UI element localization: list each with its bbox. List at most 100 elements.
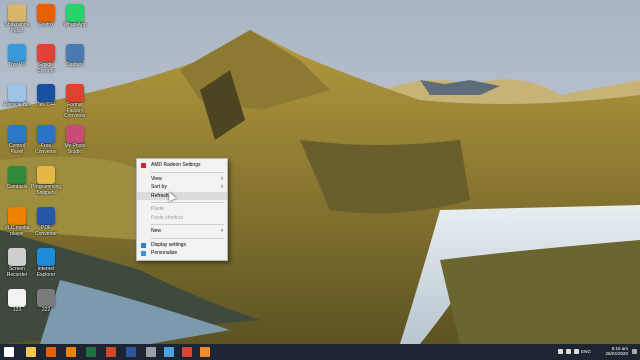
desktop-icon[interactable]: VLC media player — [2, 207, 32, 237]
menu-label: Paste — [151, 206, 164, 212]
file-explorer-icon[interactable] — [26, 347, 36, 357]
menu-label: AMD Radeon Settings — [151, 162, 201, 168]
desktop-icon[interactable]: Free Converter — [31, 125, 61, 155]
folder-icon — [37, 166, 55, 184]
vlc-taskbar-icon[interactable] — [66, 347, 76, 357]
clock-date: 26/04/2020 — [605, 351, 628, 356]
desktop-icon-label: Camtasia — [6, 184, 28, 190]
menu-item-view[interactable]: View › — [137, 175, 227, 184]
desktop-icon-label: Google Chrome — [37, 62, 55, 74]
sublime-icon[interactable] — [200, 347, 210, 357]
desktop-icon-label: Firefox — [38, 22, 54, 28]
archive-icon — [37, 289, 55, 307]
desktop-icon-label: Recycle Bin — [3, 102, 31, 108]
menu-item-sort-by[interactable]: Sort by › — [137, 183, 227, 192]
desktop-icon-label: WhatsApp — [63, 22, 87, 28]
desktop-icon[interactable]: Programming Snippets — [31, 166, 61, 196]
chevron-up-icon[interactable] — [558, 349, 563, 354]
desktop-icon[interactable]: Recycle Bin — [2, 84, 32, 109]
screen-recorder-icon — [8, 248, 26, 266]
chevron-right-icon: › — [221, 175, 223, 182]
desktop-icon[interactable]: Google Chrome — [31, 44, 61, 74]
desktop-icon-label: 222 — [41, 307, 51, 313]
recycle-bin-icon — [8, 84, 26, 102]
desktop-icon[interactable]: 123 — [2, 289, 32, 314]
menu-label: Personalize — [151, 250, 178, 256]
this-pc-icon — [8, 44, 26, 62]
chrome-taskbar-icon[interactable] — [182, 347, 192, 357]
ie-icon — [37, 248, 55, 266]
snipping-icon[interactable] — [164, 347, 174, 357]
desktop-icon-label: Screen Recorder — [6, 266, 28, 278]
devcpp-icon — [37, 84, 55, 102]
network-icon[interactable] — [566, 349, 571, 354]
desktop-icon[interactable]: Camtasia — [2, 166, 32, 191]
desktop-icon-label: VLC media player — [4, 225, 30, 237]
user-folder-icon — [8, 4, 26, 22]
word-icon[interactable] — [126, 347, 136, 357]
menu-separator — [151, 202, 224, 203]
capture-icon — [66, 44, 84, 62]
powerpoint-icon[interactable] — [106, 347, 116, 357]
desktop-icon-label: Capture — [66, 62, 84, 68]
taskbar: ENG 8:16 am 26/04/2020 — [0, 344, 640, 360]
menu-item-paste-shortcut[interactable]: Paste shortcut — [137, 214, 227, 223]
excel-icon[interactable] — [86, 347, 96, 357]
desktop-icon-label: Programming Snippets — [31, 184, 62, 196]
pdf-converter-icon — [37, 207, 55, 225]
vlc-icon — [8, 207, 26, 225]
wallpaper — [0, 0, 640, 344]
menu-item-display-settings[interactable]: Display settings — [137, 241, 227, 250]
menu-label: View — [151, 175, 162, 182]
desktop-icon-label: Control Panel — [8, 143, 26, 155]
desktop-icon[interactable]: Control Panel — [2, 125, 32, 155]
desktop-icon[interactable]: PDF Converter — [31, 207, 61, 237]
menu-item-refresh[interactable]: Refresh — [137, 191, 227, 200]
volume-icon[interactable] — [574, 349, 579, 354]
desktop-icon[interactable]: Internet Explorer — [31, 248, 61, 278]
menu-label: New — [151, 228, 162, 234]
desktop-icon[interactable]: WhatsApp — [60, 4, 90, 29]
format-factory-icon — [66, 84, 84, 102]
desktop-icon-label: Free Converter — [35, 143, 57, 155]
clock[interactable]: 8:16 am 26/04/2020 — [592, 346, 628, 356]
camtasia-icon — [8, 166, 26, 184]
firefox-icon — [37, 4, 55, 22]
desktop-icon[interactable]: This PC — [2, 44, 32, 69]
desktop[interactable]: Shrikrishna Palan Firefox WhatsApp This PC G… — [0, 0, 640, 344]
menu-item-amd-radeon-settings[interactable]: AMD Radeon Settings — [137, 161, 227, 170]
desktop-icon-label: 123 — [12, 307, 22, 313]
desktop-icon[interactable]: Firefox — [31, 4, 61, 29]
desktop-icon[interactable]: 222 — [31, 289, 61, 314]
firefox-taskbar-icon[interactable] — [46, 347, 56, 357]
settings-icon[interactable] — [146, 347, 156, 357]
whatsapp-icon — [66, 4, 84, 22]
desktop-icon-label: Shrikrishna Palan — [4, 22, 30, 34]
desktop-icon-label: Dev C++ — [36, 102, 56, 108]
personalize-icon — [141, 251, 146, 256]
desktop-icon-label: Format Factory Converter — [64, 102, 86, 119]
start-icon[interactable] — [4, 347, 14, 357]
menu-separator — [151, 171, 224, 173]
desktop-icon[interactable]: My Photo Studio — [60, 125, 90, 155]
desktop-icon-label: This PC — [8, 62, 26, 68]
photo-studio-icon — [66, 125, 84, 143]
desktop-icon[interactable]: Shrikrishna Palan — [2, 4, 32, 34]
menu-label: Display settings — [151, 241, 187, 248]
notifications-icon[interactable] — [632, 349, 637, 354]
context-menu: AMD Radeon Settings View › Sort by › Ref… — [136, 158, 228, 261]
control-panel-icon — [8, 125, 26, 143]
menu-item-personalize[interactable]: Personalize — [137, 249, 227, 258]
desktop-icon-label: Internet Explorer — [36, 266, 56, 278]
menu-item-paste[interactable]: Paste — [137, 205, 227, 214]
menu-separator — [151, 224, 224, 225]
menu-label: Sort by — [151, 184, 167, 190]
desktop-icon[interactable]: Format Factory Converter — [60, 84, 90, 120]
language-indicator[interactable]: ENG — [581, 349, 591, 354]
display-settings-icon — [141, 242, 146, 248]
desktop-icon-label: My Photo Studio — [64, 143, 86, 155]
desktop-icon[interactable]: Capture — [60, 44, 90, 69]
desktop-icon[interactable]: Dev C++ — [31, 84, 61, 109]
desktop-icon[interactable]: Screen Recorder — [2, 248, 32, 278]
menu-item-new[interactable]: New › — [137, 227, 227, 236]
